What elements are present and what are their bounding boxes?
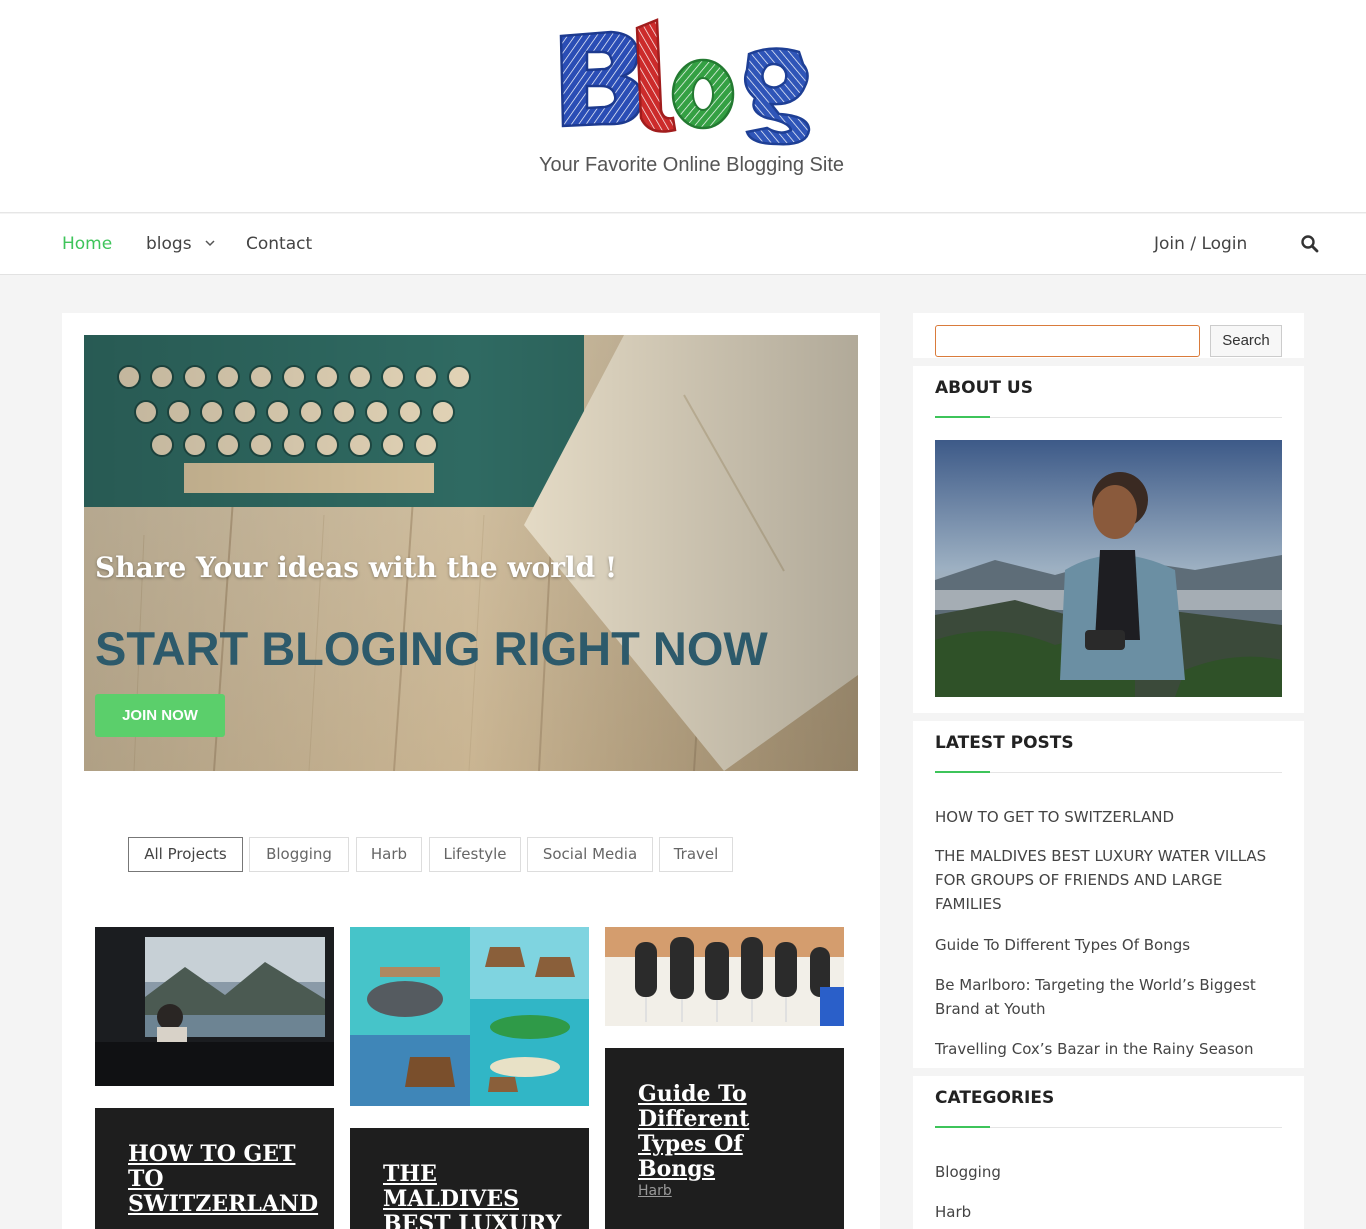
category-link[interactable]: Blogging (935, 1160, 1275, 1184)
card-image-maldives[interactable] (350, 927, 589, 1106)
sidebar-search-button[interactable]: Search (1210, 325, 1282, 357)
hero-banner: Share Your ideas with the world ! START … (84, 335, 858, 771)
card-bongs[interactable]: Guide To Different Types Of Bongs Harb (605, 1048, 844, 1229)
card-image-bongs[interactable] (605, 927, 844, 1026)
latest-post-link[interactable]: THE MALDIVES BEST LUXURY WATER VILLAS FO… (935, 844, 1275, 916)
nav-contact-link[interactable]: Contact (246, 214, 312, 275)
card-title-switzerland[interactable]: HOW TO GET TO SWITZERLAND (128, 1142, 318, 1217)
sidebar-search-input[interactable] (935, 325, 1200, 357)
categories-widget: CATEGORIES Blogging Harb (913, 1076, 1304, 1229)
about-us-widget: ABOUT US (913, 366, 1304, 713)
category-link[interactable]: Harb (935, 1200, 1275, 1224)
latest-post-link[interactable]: Travelling Cox’s Bazar in the Rainy Seas… (935, 1037, 1275, 1061)
hero-heading: START BLOGING RIGHT NOW (95, 622, 768, 675)
card-image-switzerland[interactable] (95, 927, 334, 1086)
categories-title: CATEGORIES (935, 1088, 1055, 1108)
filter-blogging[interactable]: Blogging (249, 837, 349, 872)
filter-social-media[interactable]: Social Media (527, 837, 653, 872)
latest-posts-title: LATEST POSTS (935, 733, 1074, 753)
card-maldives[interactable]: THE MALDIVES BEST LUXURY WATER VILLAS (350, 1128, 589, 1229)
about-us-photo (935, 440, 1282, 697)
card-category-bongs[interactable]: Harb (638, 1183, 672, 1199)
filter-travel[interactable]: Travel (659, 837, 733, 872)
nav-home-link[interactable]: Home (62, 214, 112, 275)
hero-title: Share Your ideas with the world ! (95, 551, 618, 584)
card-title-maldives[interactable]: THE MALDIVES BEST LUXURY WATER VILLAS (383, 1162, 573, 1229)
divider-accent (935, 771, 990, 773)
main-navigation: Home blogs Contact Join / Login (0, 214, 1366, 275)
search-widget: Search (913, 313, 1304, 358)
latest-post-link[interactable]: Guide To Different Types Of Bongs (935, 933, 1275, 957)
card-switzerland[interactable]: HOW TO GET TO SWITZERLAND (95, 1108, 334, 1229)
site-logo[interactable] (553, 14, 815, 146)
latest-post-link[interactable]: HOW TO GET TO SWITZERLAND (935, 805, 1275, 829)
chevron-down-icon (205, 240, 215, 247)
nav-blogs-dropdown[interactable]: blogs (146, 214, 215, 275)
filter-lifestyle[interactable]: Lifestyle (429, 837, 521, 872)
card-title-bongs[interactable]: Guide To Different Types Of Bongs (638, 1082, 818, 1182)
site-tagline: Your Favorite Online Blogging Site (539, 154, 844, 176)
about-us-title: ABOUT US (935, 378, 1033, 398)
nav-login-link[interactable]: Join / Login (1154, 214, 1247, 275)
filter-all-projects[interactable]: All Projects (128, 837, 243, 872)
latest-post-link[interactable]: Be Marlboro: Targeting the World’s Bigge… (935, 973, 1275, 1021)
site-header: Your Favorite Online Blogging Site (0, 0, 1366, 213)
latest-posts-widget: LATEST POSTS HOW TO GET TO SWITZERLAND T… (913, 721, 1304, 1068)
main-content: Share Your ideas with the world ! START … (62, 313, 880, 1229)
divider-accent (935, 1126, 990, 1128)
search-icon[interactable] (1300, 234, 1320, 254)
nav-blogs-label: blogs (146, 234, 192, 254)
join-now-button[interactable]: JOIN NOW (95, 694, 225, 737)
divider-accent (935, 416, 990, 418)
filter-harb[interactable]: Harb (356, 837, 422, 872)
